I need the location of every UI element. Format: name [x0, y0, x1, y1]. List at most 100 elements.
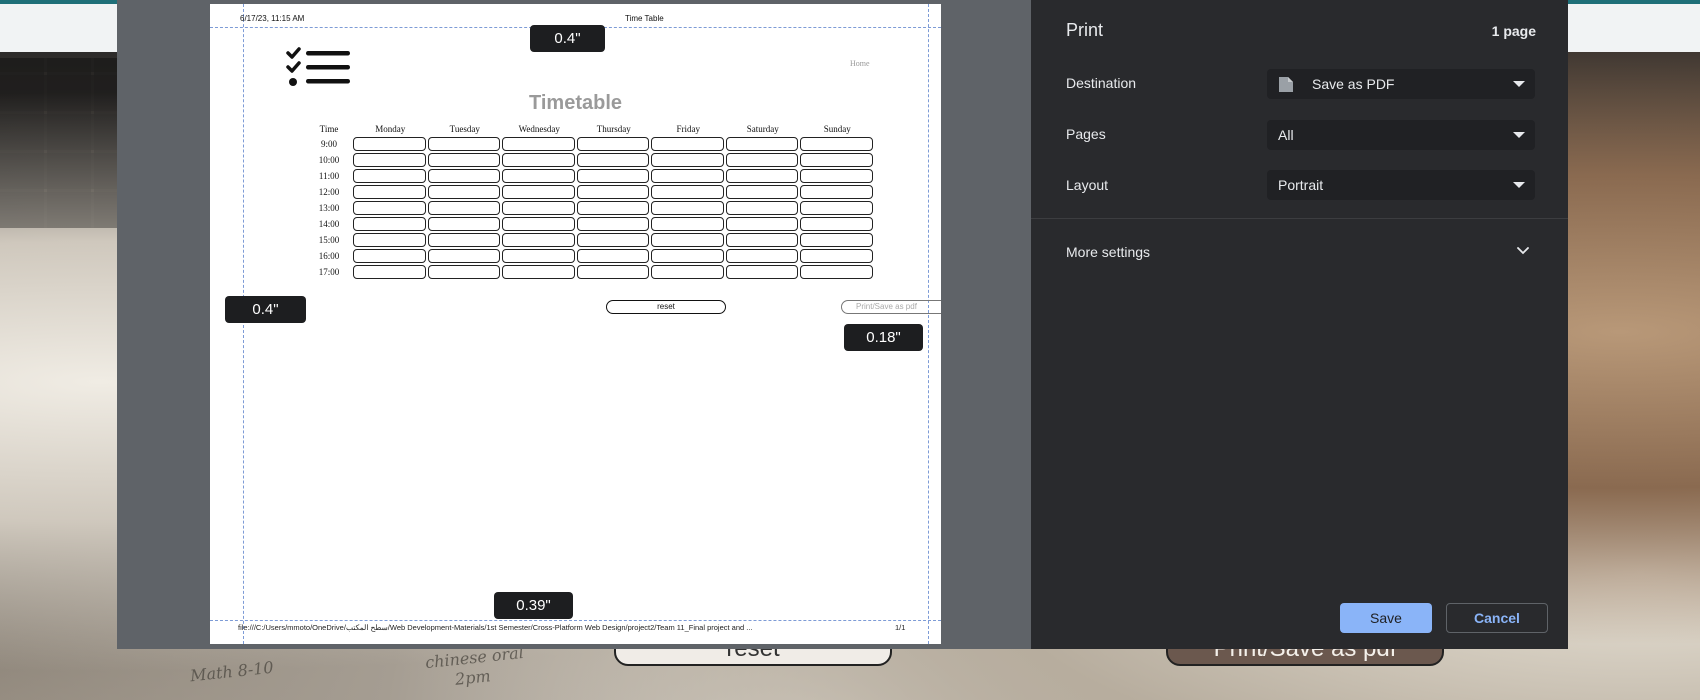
print-preview-area: 6/17/23, 11:15 AM Time Table Home Timeta…: [117, 0, 1031, 649]
timetable-slot: [725, 185, 798, 199]
print-dialog: 6/17/23, 11:15 AM Time Table Home Timeta…: [117, 0, 1568, 649]
day-header: Friday: [676, 124, 701, 134]
timetable-slot: [353, 217, 426, 231]
timetable-slot: [576, 169, 649, 183]
timetable-slot: [576, 249, 649, 263]
time-column-header: Time: [319, 124, 339, 134]
time-label: 16:00: [318, 251, 340, 261]
timetable-slot: [353, 265, 426, 279]
timetable-slot: [502, 169, 575, 183]
time-label: 13:00: [318, 203, 340, 213]
timetable-row: 16:00: [305, 248, 875, 264]
print-title: Print: [1066, 20, 1104, 40]
timetable-slot: [651, 137, 724, 151]
timetable-slot: [427, 217, 500, 231]
margin-guide-bottom[interactable]: [210, 620, 941, 621]
timetable-slot: [502, 153, 575, 167]
timetable-slot: [427, 185, 500, 199]
timetable-slot: [502, 249, 575, 263]
chevron-down-icon: [1517, 247, 1529, 255]
preview-printsave-button: Print/Save as pdf: [841, 300, 941, 314]
time-label: 11:00: [318, 171, 340, 181]
timetable-body: 9:00 10:00 11:00 12:00 13:00 14:00 15:00 16:00 1…: [305, 136, 875, 280]
timetable-slot: [725, 169, 798, 183]
day-header: Saturday: [746, 124, 779, 134]
preview-page: 6/17/23, 11:15 AM Time Table Home Timeta…: [210, 4, 941, 644]
timetable-slot: [576, 153, 649, 167]
timetable-slot: [651, 185, 724, 199]
handwritten-note: 2pm: [454, 666, 492, 689]
timetable-slot: [725, 201, 798, 215]
timetable-slot: [502, 265, 575, 279]
timetable-slot: [725, 153, 798, 167]
margin-left-badge: 0.4": [225, 296, 306, 323]
destination-label: Destination: [1066, 75, 1137, 91]
more-settings-label: More settings: [1066, 244, 1151, 260]
timetable-row: 10:00: [305, 152, 875, 168]
timetable-slot: [427, 249, 500, 263]
layout-label: Layout: [1066, 177, 1109, 193]
timetable-slot: [427, 137, 500, 151]
timetable-header-row: Time Monday Tuesday Wednesday Thursday F…: [305, 122, 875, 136]
timetable-slot: [651, 153, 724, 167]
pages-label: Pages: [1066, 126, 1106, 142]
timetable-slot: [427, 153, 500, 167]
timetable-slot: [576, 185, 649, 199]
timetable-slot: [502, 185, 575, 199]
timetable-slot: [725, 137, 798, 151]
print-header-date: 6/17/23, 11:15 AM: [240, 14, 305, 23]
timetable-slot: [576, 233, 649, 247]
margin-bottom-badge: 0.39": [494, 592, 573, 619]
day-header: Monday: [375, 124, 406, 134]
timetable-slot: [800, 137, 873, 151]
margin-top-badge: 0.4": [530, 25, 605, 52]
timetable-slot: [651, 249, 724, 263]
day-header: Wednesday: [518, 124, 560, 134]
timetable-slot: [725, 265, 798, 279]
timetable-slot: [353, 169, 426, 183]
timetable-slot: [725, 249, 798, 263]
preview-reset-button: reset: [606, 300, 726, 314]
print-footer-page-number: 1/1: [895, 623, 906, 632]
checklist-icon: [286, 47, 350, 86]
document-icon: [1279, 77, 1293, 92]
timetable-slot: [502, 233, 575, 247]
timetable-slot: [576, 137, 649, 151]
dropdown-caret-icon: [1513, 132, 1525, 138]
page-count: 1 page: [1491, 23, 1536, 39]
pages-select[interactable]: All: [1267, 120, 1535, 150]
timetable-slot: [800, 265, 873, 279]
pages-value: All: [1278, 127, 1294, 143]
timetable-slot: [725, 217, 798, 231]
time-label: 14:00: [318, 219, 340, 229]
timetable-slot: [353, 201, 426, 215]
more-settings-toggle[interactable]: More settings: [1066, 240, 1536, 266]
time-label: 10:00: [318, 155, 340, 165]
timetable-title: Timetable: [529, 92, 622, 114]
save-button[interactable]: Save: [1340, 603, 1432, 633]
cancel-button[interactable]: Cancel: [1446, 603, 1548, 633]
destination-select[interactable]: Save as PDF: [1267, 69, 1535, 99]
day-header: Sunday: [823, 124, 851, 134]
print-settings-panel: Print 1 page Destination Save as PDF Pag…: [1031, 0, 1568, 649]
timetable-slot: [651, 201, 724, 215]
timetable-row: 15:00: [305, 232, 875, 248]
timetable-row: 17:00: [305, 264, 875, 280]
timetable-row: 13:00: [305, 200, 875, 216]
timetable-row: 11:00: [305, 168, 875, 184]
timetable-slot: [576, 201, 649, 215]
timetable-row: 14:00: [305, 216, 875, 232]
timetable-slot: [427, 201, 500, 215]
layout-value: Portrait: [1278, 177, 1324, 193]
timetable-slot: [651, 217, 724, 231]
time-label: 17:00: [318, 267, 340, 277]
timetable-slot: [353, 137, 426, 151]
timetable-slot: [800, 249, 873, 263]
day-header: Tuesday: [449, 124, 480, 134]
timetable-slot: [800, 153, 873, 167]
layout-select[interactable]: Portrait: [1267, 170, 1535, 200]
time-label: 15:00: [318, 235, 340, 245]
timetable-slot: [427, 265, 500, 279]
dropdown-caret-icon: [1513, 81, 1525, 87]
settings-divider: [1031, 218, 1568, 219]
